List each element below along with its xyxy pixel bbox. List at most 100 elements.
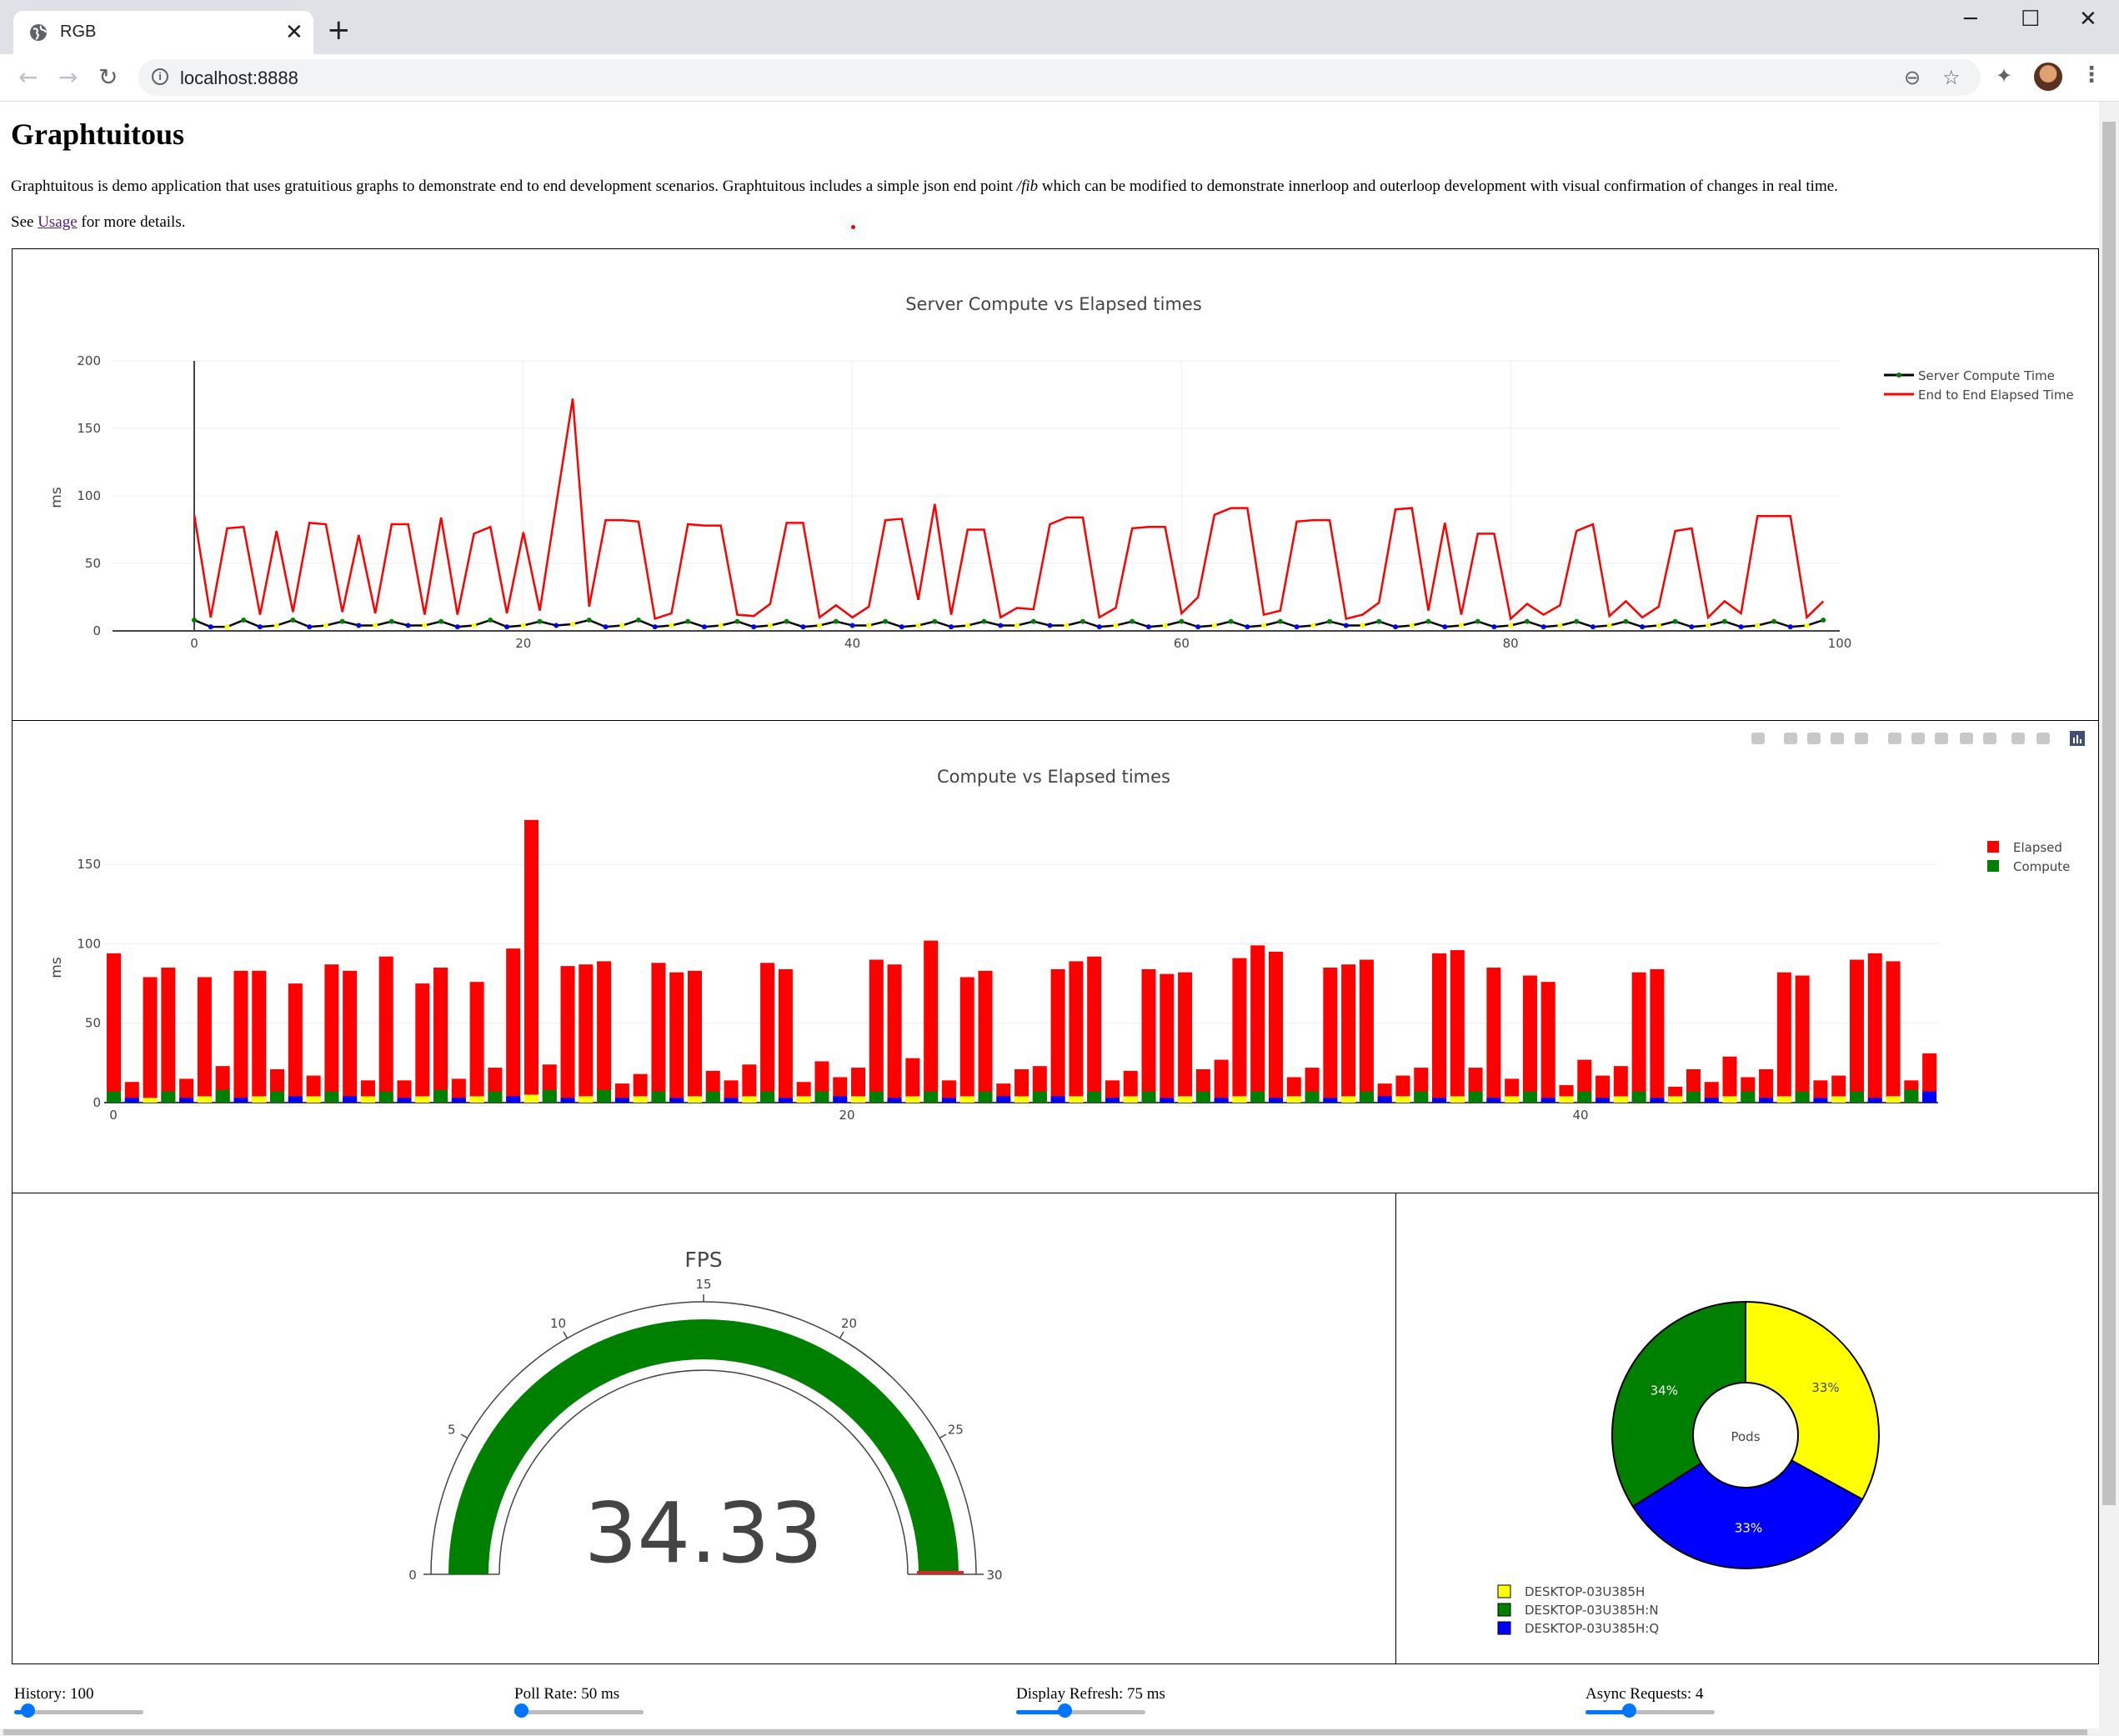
gauge-tick-label: 25 <box>948 1423 964 1438</box>
elapsed-bar <box>324 964 339 1103</box>
slider-thumb[interactable] <box>1058 1703 1072 1718</box>
bookmark-star-icon[interactable]: ☆ <box>1942 66 1961 89</box>
compute-bar <box>1232 1096 1247 1103</box>
zoom-icon[interactable]: ⊖ <box>1904 66 1921 89</box>
bar-chart-legend[interactable]: Elapsed Compute <box>1987 840 2070 874</box>
address-bar[interactable]: i localhost:8888 ⊖ ☆ <box>138 59 1981 96</box>
elapsed-bar <box>1341 964 1356 1103</box>
profile-avatar[interactable] <box>2034 63 2062 91</box>
browser-tab[interactable]: RGB ✕ <box>13 11 313 54</box>
compute-bar <box>252 1096 267 1103</box>
reload-button[interactable]: ↻ <box>98 61 118 94</box>
zoom-out-icon[interactable] <box>1911 733 1925 744</box>
compute-bar <box>1741 1091 1756 1103</box>
extensions-icon[interactable]: ✦ <box>1996 64 2012 88</box>
plot-modebar[interactable] <box>1751 731 2085 746</box>
gauge-tick-label: 5 <box>448 1423 456 1438</box>
forward-button[interactable]: → <box>58 61 78 94</box>
box-select-icon[interactable] <box>1831 733 1844 744</box>
compute-bar <box>1323 1098 1338 1103</box>
pan-icon[interactable] <box>1807 733 1821 744</box>
autoscale-icon[interactable] <box>1935 733 1948 744</box>
poll-rate-slider[interactable] <box>514 1703 644 1718</box>
elapsed-bar <box>1631 972 1646 1103</box>
legend-compute-swatch <box>1987 860 1999 872</box>
legend-compute[interactable]: Compute <box>2013 859 2070 874</box>
maximize-button[interactable]: ☐ <box>2021 7 2040 32</box>
server-compute-point <box>1771 618 1777 624</box>
plotly-logo-icon[interactable] <box>2070 731 2085 746</box>
history-slider[interactable] <box>14 1703 143 1718</box>
camera-icon[interactable] <box>1751 733 1765 744</box>
fps-gauge[interactable]: FPS 0 5 10 15 20 25 30 34.33 <box>13 1193 1395 1663</box>
back-button[interactable]: ← <box>18 61 38 94</box>
elapsed-bar <box>1050 968 1065 1103</box>
compute-bar <box>488 1091 503 1103</box>
line-chart-legend[interactable]: Server Compute Time End to End Elapsed T… <box>1884 368 2074 403</box>
gauge-value: 34.33 <box>584 1484 823 1582</box>
hover-closest-icon[interactable] <box>2011 733 2025 744</box>
zoom-in-icon[interactable] <box>1888 733 1901 744</box>
compute-bar <box>614 1098 629 1103</box>
compute-bar <box>324 1091 339 1103</box>
compute-bar <box>1414 1091 1429 1103</box>
server-compute-point <box>767 623 773 628</box>
lasso-icon[interactable] <box>1855 733 1868 744</box>
pie-legend[interactable]: DESKTOP-03U385H DESKTOP-03U385H:N DESKTO… <box>1497 1584 1659 1636</box>
new-tab-button[interactable]: + <box>327 15 351 45</box>
usage-link[interactable]: Usage <box>38 213 77 231</box>
horizontal-scrollbar[interactable] <box>0 1728 2099 1736</box>
compute-bar <box>869 1091 884 1103</box>
modebar-glyph <box>1911 733 1925 744</box>
see-text-end: for more details. <box>77 213 186 231</box>
legend-pod2[interactable]: DESKTOP-03U385H:N <box>1525 1603 1659 1618</box>
tab-close-icon[interactable]: ✕ <box>285 21 303 44</box>
scrollbar-thumb[interactable] <box>2102 122 2116 1505</box>
hover-compare-icon[interactable] <box>2036 733 2050 744</box>
compute-bar <box>215 1089 230 1103</box>
server-compute-point <box>1557 623 1563 628</box>
slider-thumb[interactable] <box>514 1703 528 1718</box>
compute-bar <box>959 1096 974 1103</box>
slider-thumb[interactable] <box>1622 1703 1636 1718</box>
compute-bar <box>814 1091 829 1103</box>
close-window-button[interactable]: ✕ <box>2079 7 2097 32</box>
compute-bar <box>397 1098 412 1103</box>
async-requests-slider[interactable] <box>1585 1703 1715 1718</box>
legend-pod1[interactable]: DESKTOP-03U385H <box>1525 1584 1645 1599</box>
legend-server-compute[interactable]: Server Compute Time <box>1918 368 2055 383</box>
modebar-glyph <box>2036 733 2050 744</box>
display-refresh-slider[interactable] <box>1016 1703 1145 1718</box>
elapsed-bar <box>107 953 121 1103</box>
legend-elapsed[interactable]: Elapsed <box>2013 840 2062 855</box>
url-text[interactable]: localhost:8888 <box>180 68 298 89</box>
server-compute-point <box>1787 624 1793 630</box>
compute-bar <box>560 1098 575 1103</box>
server-compute-point <box>1738 624 1744 630</box>
bar-chart[interactable]: Compute vs Elapsed times ms 0 50 100 150 0 20… <box>13 721 2098 1193</box>
reset-axes-icon[interactable] <box>1960 733 1973 744</box>
zoom-icon[interactable] <box>1784 733 1797 744</box>
server-compute-point <box>849 623 855 628</box>
server-compute-point <box>373 623 378 628</box>
pods-donut-chart[interactable]: 33% 34% 33% Pods DESKTOP-03U385H DESKTOP-0… <box>1396 1193 2098 1663</box>
server-compute-point <box>1179 618 1185 624</box>
y-tick-label: 100 <box>77 488 101 503</box>
legend-end-to-end[interactable]: End to End Elapsed Time <box>1918 388 2074 403</box>
server-compute-point <box>866 623 872 628</box>
compute-bar <box>360 1096 375 1103</box>
see-paragraph: See Usage for more details. <box>11 213 185 232</box>
site-info-icon[interactable]: i <box>152 68 168 85</box>
minimize-button[interactable]: ─ <box>1964 7 1977 32</box>
elapsed-bar <box>1650 968 1665 1103</box>
line-chart[interactable]: Server Compute vs Elapsed times ms 0 50 10… <box>13 249 2098 720</box>
hscrollbar-thumb[interactable] <box>3 1729 2087 1735</box>
legend-pod3[interactable]: DESKTOP-03U385H:Q <box>1525 1621 1659 1636</box>
compute-bar <box>1050 1096 1065 1103</box>
compute-bar <box>1014 1096 1029 1103</box>
slider-thumb[interactable] <box>21 1703 35 1718</box>
vertical-scrollbar[interactable] <box>2099 102 2119 1736</box>
browser-menu-icon[interactable]: ⋮ <box>2081 63 2102 88</box>
spike-lines-icon[interactable] <box>1983 733 1996 744</box>
elapsed-bar <box>252 970 267 1103</box>
